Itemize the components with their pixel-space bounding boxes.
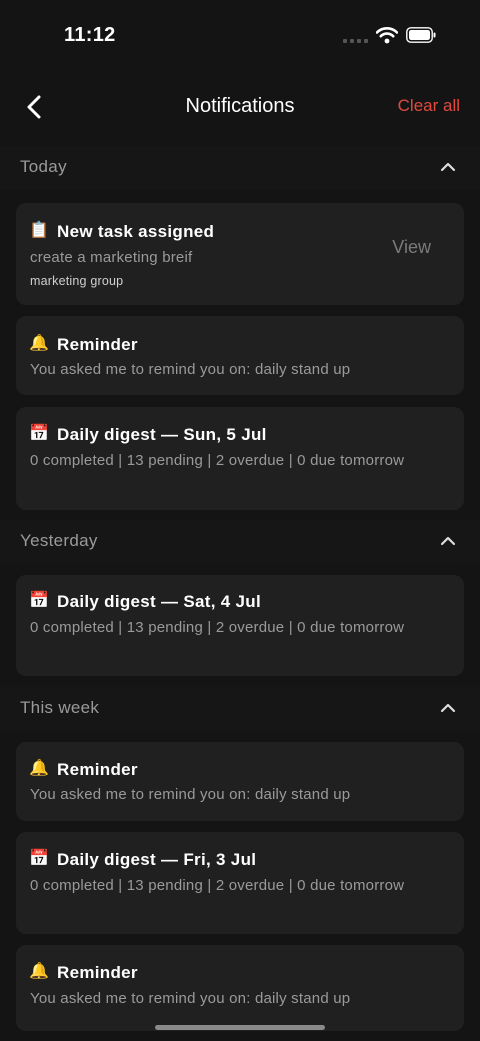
notification-body: 0 completed | 13 pending | 2 overdue | 0… [30,619,405,636]
bell-icon: 🔔 [29,335,49,352]
notification-card-reminder[interactable]: 🔔 Reminder You asked me to remind you on… [16,945,464,1031]
notification-body: You asked me to remind you on: daily sta… [30,990,351,1007]
section-header-this-week[interactable]: This week [0,687,480,731]
notification-title: Daily digest — Sun, 5 Jul [57,425,267,444]
bell-icon: 🔔 [29,760,49,777]
notification-title: Reminder [57,760,138,779]
section-header-today[interactable]: Today [0,146,480,190]
section-title: Today [20,157,67,176]
view-button[interactable]: View [392,237,431,258]
section-title: This week [20,698,100,717]
home-indicator[interactable] [155,1025,325,1030]
notification-meta: marketing group [30,274,124,288]
calendar-icon: 📅 [29,425,49,442]
notification-body: You asked me to remind you on: daily sta… [30,361,351,378]
status-bar: 11:12 [0,0,480,72]
clear-all-button[interactable]: Clear all [398,96,460,116]
section-title: Yesterday [20,531,98,550]
chevron-up-icon[interactable] [440,534,456,548]
signal-icon [343,39,368,43]
status-time: 11:12 [64,24,116,46]
calendar-icon: 📅 [29,592,49,609]
battery-icon [406,27,436,43]
section-header-yesterday[interactable]: Yesterday [0,520,480,564]
notification-card-reminder[interactable]: 🔔 Reminder You asked me to remind you on… [16,316,464,395]
notification-card-digest[interactable]: 📅 Daily digest — Sat, 4 Jul 0 completed … [16,575,464,676]
calendar-icon: 📅 [29,850,49,867]
notification-card-digest[interactable]: 📅 Daily digest — Fri, 3 Jul 0 completed … [16,832,464,934]
notification-body: 0 completed | 13 pending | 2 overdue | 0… [30,877,405,894]
chevron-up-icon[interactable] [440,160,456,174]
notification-title: Reminder [57,335,138,354]
notification-title: Daily digest — Fri, 3 Jul [57,850,257,869]
notification-title: New task assigned [57,222,215,241]
notification-title: Reminder [57,963,138,982]
wifi-icon [376,27,398,44]
bell-icon: 🔔 [29,963,49,980]
notification-card-task[interactable]: 📋 New task assigned create a marketing b… [16,203,464,305]
clipboard-icon: 📋 [29,222,49,239]
chevron-up-icon[interactable] [440,701,456,715]
notification-body: create a marketing breif [30,249,193,266]
notification-body: 0 completed | 13 pending | 2 overdue | 0… [30,452,405,469]
notification-card-reminder[interactable]: 🔔 Reminder You asked me to remind you on… [16,742,464,821]
notification-body: You asked me to remind you on: daily sta… [30,786,351,803]
notification-title: Daily digest — Sat, 4 Jul [57,592,262,611]
notification-card-digest[interactable]: 📅 Daily digest — Sun, 5 Jul 0 completed … [16,407,464,510]
nav-header: Notifications Clear all [0,80,480,134]
